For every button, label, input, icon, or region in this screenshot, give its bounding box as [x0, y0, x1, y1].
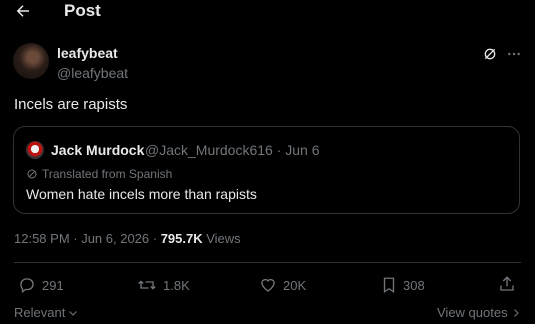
views-label: Views	[202, 231, 241, 246]
views-count: 795.7K	[160, 231, 203, 246]
bookmark-count: 308	[403, 277, 425, 293]
post-timestamp-views: 12:58 PM · Jun 6, 2026 · 795.7K Views	[14, 231, 241, 246]
arrow-left-icon[interactable]	[14, 2, 32, 20]
translated-text: Translated from Spanish	[42, 167, 173, 181]
post-header: Post	[0, 0, 535, 24]
bookmark-icon	[381, 276, 397, 294]
view-quotes-link[interactable]: View quotes	[437, 305, 522, 320]
post-timestamp[interactable]: 12:58 PM · Jun 6, 2026 ·	[14, 231, 161, 246]
bookmark-button[interactable]: 308	[381, 276, 425, 294]
repost-icon	[137, 276, 157, 294]
chevron-right-icon	[510, 307, 522, 319]
quoted-handle-date: @Jack_Murdock616 · Jun 6	[145, 142, 320, 158]
more-options-icon[interactable]	[506, 46, 522, 62]
author-handle[interactable]: @leafybeat	[57, 65, 128, 81]
author-display-name[interactable]: leafybeat	[57, 45, 118, 61]
quoted-text: Women hate incels more than rapists	[26, 186, 257, 202]
heart-icon	[259, 276, 277, 294]
share-icon[interactable]	[498, 275, 516, 293]
chevron-down-icon	[67, 307, 79, 319]
page-title: Post	[64, 1, 101, 20]
reply-count: 291	[42, 277, 64, 293]
like-button[interactable]: 20K	[259, 276, 306, 294]
reply-icon	[18, 276, 36, 294]
like-count: 20K	[283, 277, 307, 293]
sort-relevant-dropdown[interactable]: Relevant	[14, 305, 79, 320]
translated-label: Translated from Spanish	[26, 167, 172, 181]
divider	[14, 262, 521, 263]
reply-button[interactable]: 291	[18, 276, 64, 294]
quoted-avatar[interactable]	[26, 141, 44, 159]
translate-icon	[26, 168, 38, 180]
post-text: Incels are rapists	[14, 96, 128, 113]
sort-label: Relevant	[14, 305, 66, 320]
quoted-post[interactable]: Jack Murdock @Jack_Murdock616 · Jun 6 Tr…	[13, 126, 520, 214]
quoted-display-name[interactable]: Jack Murdock	[51, 142, 144, 158]
grok-icon[interactable]	[482, 46, 498, 62]
avatar[interactable]	[13, 43, 49, 79]
repost-button[interactable]: 1.8K	[137, 276, 190, 294]
repost-count: 1.8K	[163, 277, 190, 293]
view-quotes-label: View quotes	[437, 305, 508, 320]
